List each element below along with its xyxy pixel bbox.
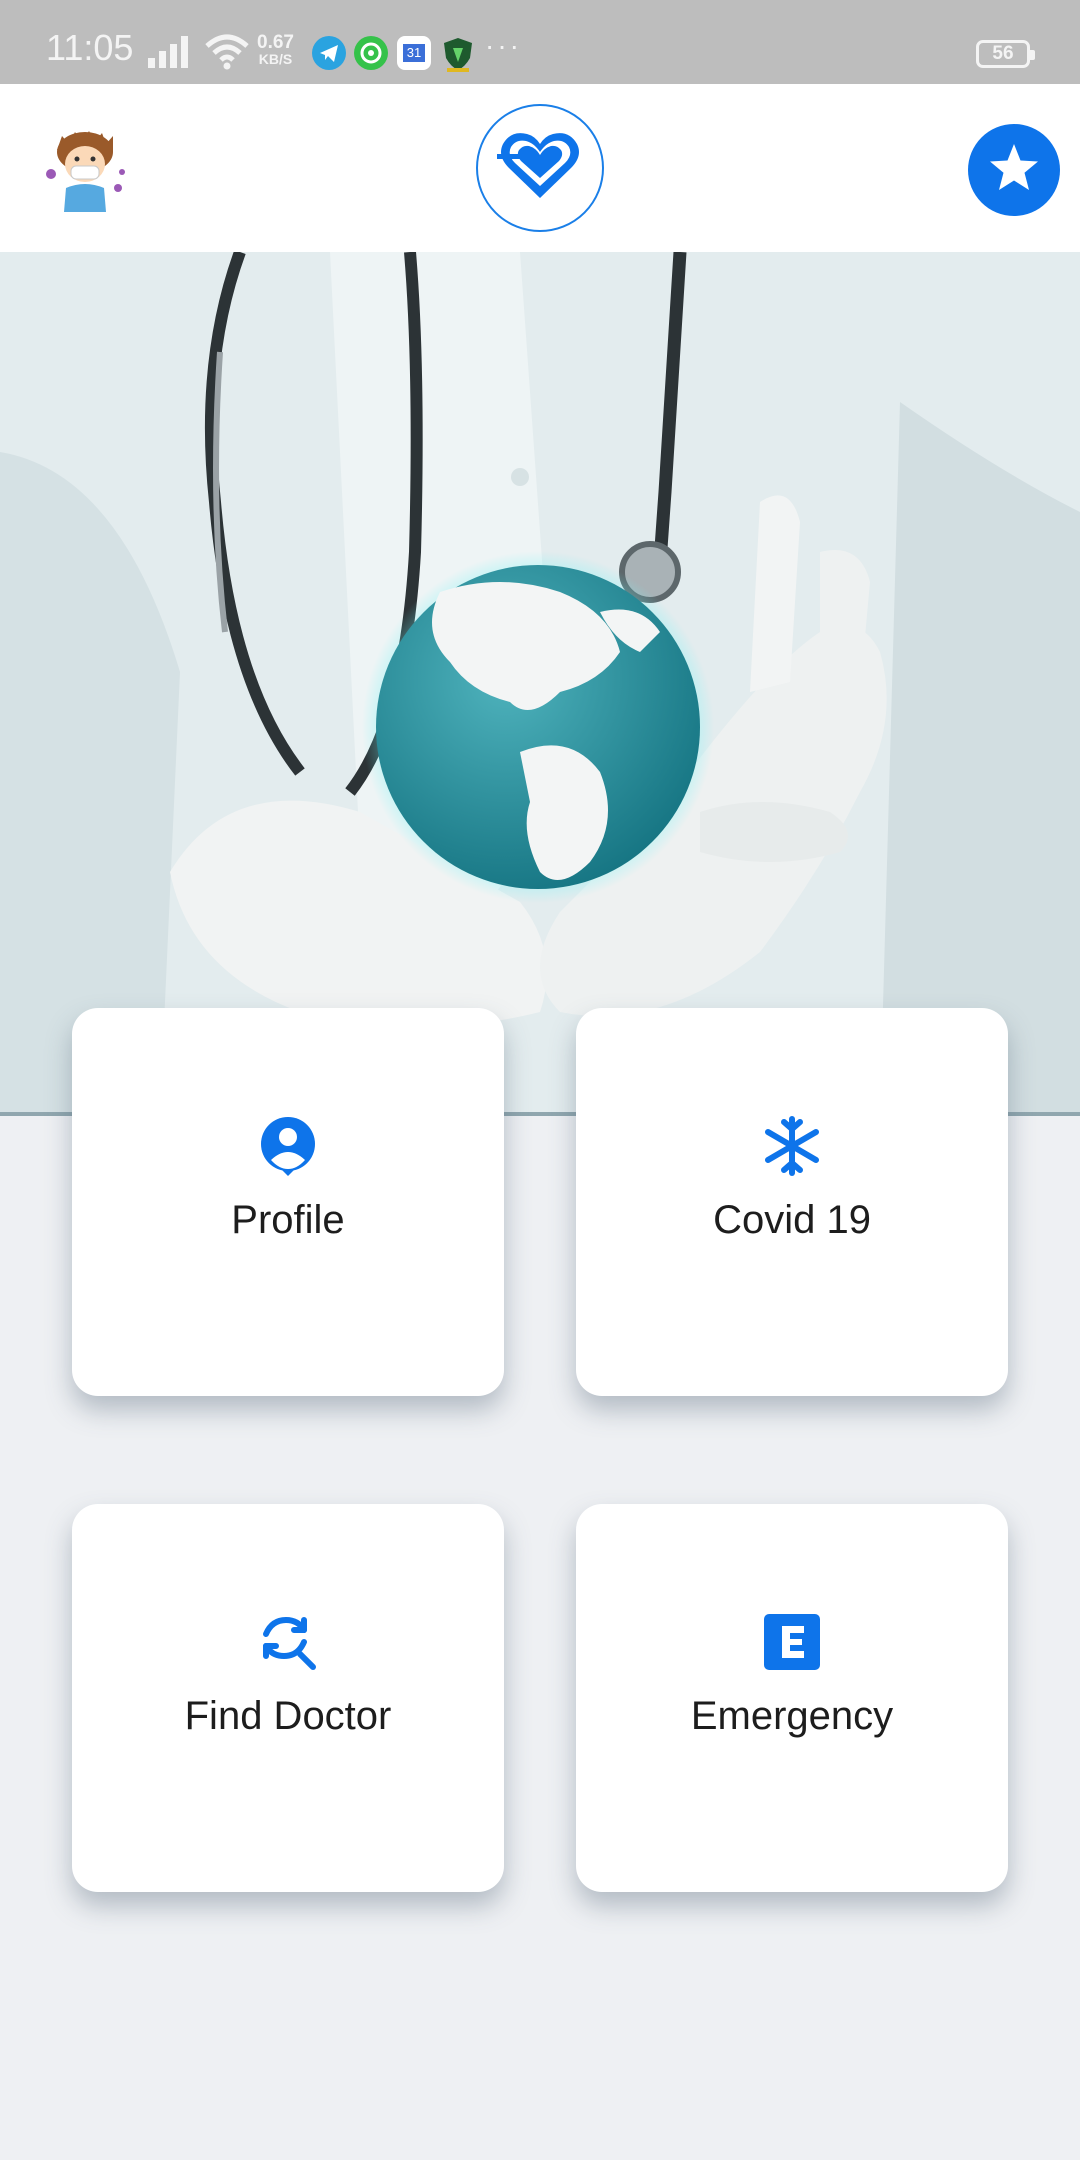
profile-label: Profile	[231, 1198, 345, 1242]
status-time: 11:05	[46, 27, 134, 68]
emergency-card[interactable]: Emergency	[576, 1504, 1008, 1892]
calendar-day: 31	[403, 44, 425, 62]
whatsapp-icon	[354, 36, 388, 70]
search-refresh-icon	[258, 1612, 318, 1672]
signal-icon	[148, 36, 194, 73]
calendar-icon: 31	[397, 36, 431, 70]
covid-label: Covid 19	[713, 1198, 871, 1242]
status-bar: 11:05 0.67 KB/S 31 ··· 56	[0, 0, 1080, 84]
shield-app-icon	[441, 36, 475, 72]
profile-card[interactable]: Profile	[72, 1008, 504, 1396]
network-speed: 0.67 KB/S	[257, 32, 294, 68]
star-icon	[987, 142, 1041, 199]
app-bar	[0, 84, 1080, 252]
telegram-icon	[312, 36, 346, 70]
doctor-holding-globe-photo	[0, 252, 1080, 1112]
more-notifications: ···	[485, 30, 522, 61]
home-screen: 11:05 0.67 KB/S 31 ··· 56 Profile Covid …	[0, 0, 1080, 2160]
heart-icon	[497, 128, 583, 209]
favorites-button[interactable]	[968, 124, 1060, 216]
wifi-icon	[204, 34, 250, 75]
network-speed-value: 0.67	[257, 32, 294, 53]
find-doctor-card[interactable]: Find Doctor	[72, 1504, 504, 1892]
find-doctor-label: Find Doctor	[184, 1694, 392, 1738]
heart-button[interactable]	[476, 104, 604, 232]
covid-card[interactable]: Covid 19	[576, 1008, 1008, 1396]
battery-level: 56	[992, 43, 1014, 64]
battery-icon: 56	[976, 40, 1035, 68]
hero-image	[0, 252, 1080, 1116]
profile-icon	[258, 1116, 318, 1176]
snowflake-virus-icon	[762, 1116, 822, 1176]
network-speed-unit: KB/S	[258, 51, 293, 67]
emergency-label: Emergency	[690, 1694, 894, 1738]
sick-avatar-icon[interactable]	[42, 126, 128, 212]
emergency-e-icon	[762, 1612, 822, 1672]
